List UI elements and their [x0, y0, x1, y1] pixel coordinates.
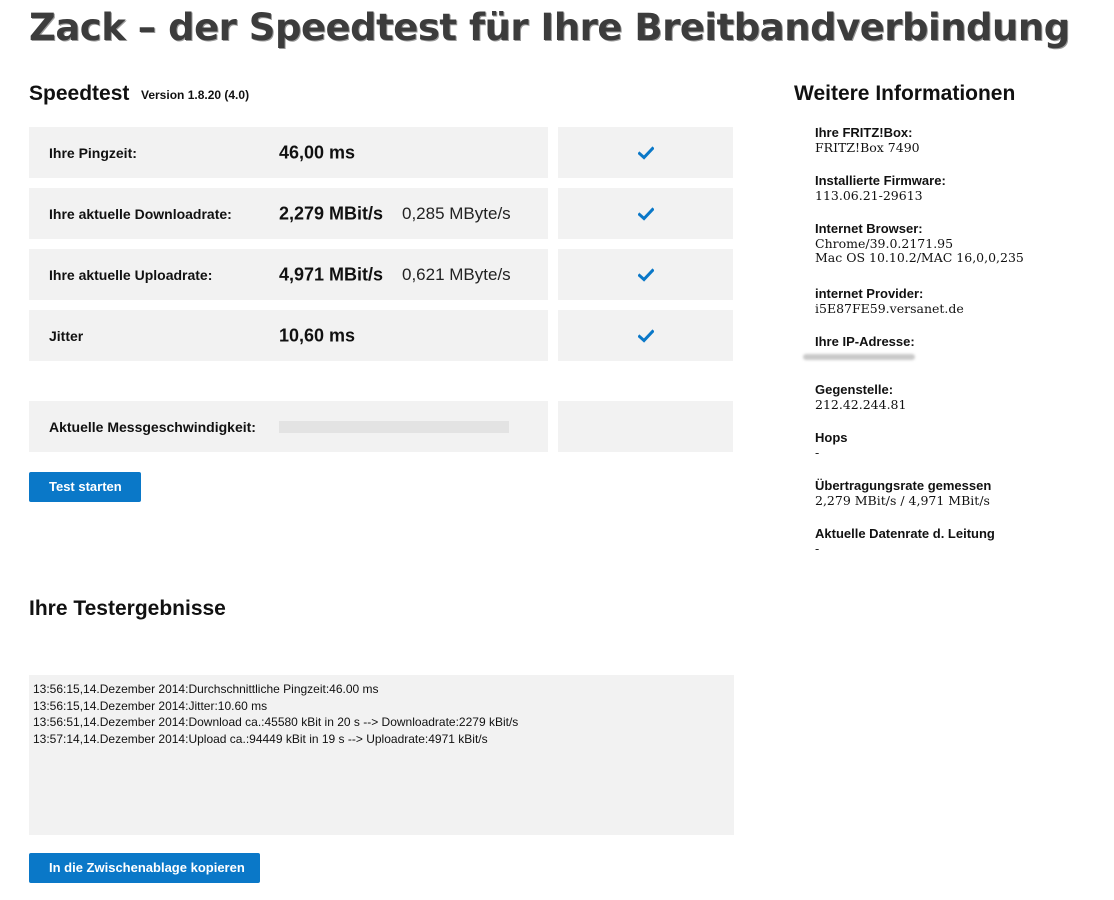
upload-label: Ihre aktuelle Uploadrate: [49, 266, 213, 283]
jitter-value: 10,60 ms [279, 325, 356, 345]
info-line-label: Aktuelle Datenrate d. Leitung [815, 526, 995, 541]
log-line: 13:56:15,14.Dezember 2014:Durchschnittli… [33, 682, 379, 696]
jitter-label: Jitter [49, 327, 84, 344]
upload-row: Ihre aktuelle Uploadrate: 4,971 MBit/s 0… [29, 249, 548, 300]
info-remote-label: Gegenstelle: [815, 382, 894, 397]
info-ip: Ihre IP-Adresse: [803, 334, 1095, 383]
check-icon [637, 145, 654, 160]
info-list: Ihre FRITZ!Box: FRITZ!Box 7490 Installie… [803, 125, 1095, 575]
start-test-button[interactable]: Test starten [29, 472, 141, 502]
page: Zack – der Speedtest für Ihre Breitbandv… [0, 0, 1114, 900]
info-provider: internet Provider: i5E87FE59.versanet.de [815, 286, 1095, 335]
ping-status [558, 127, 733, 178]
info-hops: Hops - [815, 430, 1095, 479]
info-browser: Internet Browser: Chrome/39.0.2171.95 Ma… [815, 221, 1095, 287]
ip-address-redacted [803, 353, 915, 360]
info-rate-value: 2,279 MBit/s / 4,971 MBit/s [815, 492, 990, 508]
current-speed-status [558, 401, 733, 452]
info-ip-label: Ihre IP-Adresse: [815, 334, 915, 349]
info-fritzbox-value: FRITZ!Box 7490 [815, 139, 920, 155]
info-fritzbox: Ihre FRITZ!Box: FRITZ!Box 7490 [815, 125, 1095, 174]
ping-row: Ihre Pingzeit: 46,00 ms [29, 127, 548, 178]
version-label: Version 1.8.20 (4.0) [141, 88, 250, 102]
log-line: 13:56:15,14.Dezember 2014:Jitter:10.60 m… [33, 698, 268, 713]
upload-status [558, 249, 733, 300]
info-rate-label: Übertragungsrate gemessen [815, 478, 992, 493]
info-rate: Übertragungsrate gemessen 2,279 MBit/s /… [815, 478, 1095, 527]
info-firmware-label: Installierte Firmware: [815, 173, 946, 188]
info-browser-value: Chrome/39.0.2171.95 [815, 235, 954, 251]
results-title: Ihre Testergebnisse [29, 597, 226, 620]
info-remote-value: 212.42.244.81 [815, 396, 907, 412]
info-title: Weitere Informationen [794, 82, 1016, 105]
results-log[interactable]: 13:56:15,14.Dezember 2014:Durchschnittli… [29, 675, 734, 835]
ping-value: 46,00 ms [279, 142, 356, 162]
info-remote: Gegenstelle: 212.42.244.81 [815, 382, 1095, 431]
current-speed-progress [279, 421, 509, 433]
info-provider-value: i5E87FE59.versanet.de [815, 300, 964, 316]
log-line: 13:56:51,14.Dezember 2014:Download ca.:4… [33, 715, 519, 729]
info-firmware-value: 113.06.21-29613 [815, 187, 923, 203]
info-hops-label: Hops [815, 430, 848, 445]
copy-to-clipboard-button[interactable]: In die Zwischenablage kopieren [29, 853, 260, 883]
page-title: Zack – der Speedtest für Ihre Breitbandv… [29, 6, 1070, 49]
ping-label: Ihre Pingzeit: [49, 144, 137, 161]
check-icon [637, 328, 654, 343]
speedtest-title: Speedtest [29, 82, 130, 105]
upload-value: 4,971 MBit/s [279, 264, 384, 284]
download-value: 2,279 MBit/s [279, 203, 384, 223]
info-firmware: Installierte Firmware: 113.06.21-29613 [815, 173, 1095, 222]
check-icon [637, 206, 654, 221]
info-line: Aktuelle Datenrate d. Leitung - [815, 526, 1095, 575]
info-browser-label: Internet Browser: [815, 221, 923, 236]
download-status [558, 188, 733, 239]
current-speed-label: Aktuelle Messgeschwindigkeit: [49, 418, 256, 435]
info-browser-os-value: Mac OS 10.10.2/MAC 16,0,0,235 [815, 250, 1024, 265]
info-fritzbox-label: Ihre FRITZ!Box: [815, 125, 913, 140]
info-hops-value: - [815, 444, 820, 460]
upload-value-mbyte: 0,621 MByte/s [402, 264, 511, 284]
info-provider-label: internet Provider: [815, 286, 924, 301]
info-line-value: - [815, 540, 820, 556]
jitter-status [558, 310, 733, 361]
log-line: 13:57:14,14.Dezember 2014:Upload ca.:944… [33, 731, 488, 746]
download-label: Ihre aktuelle Downloadrate: [49, 205, 232, 222]
download-row: Ihre aktuelle Downloadrate: 2,279 MBit/s… [29, 188, 548, 239]
jitter-row: Jitter 10,60 ms [29, 310, 548, 361]
current-speed-row: Aktuelle Messgeschwindigkeit: [29, 401, 548, 452]
check-icon [637, 267, 654, 282]
download-value-mbyte: 0,285 MByte/s [402, 203, 511, 223]
